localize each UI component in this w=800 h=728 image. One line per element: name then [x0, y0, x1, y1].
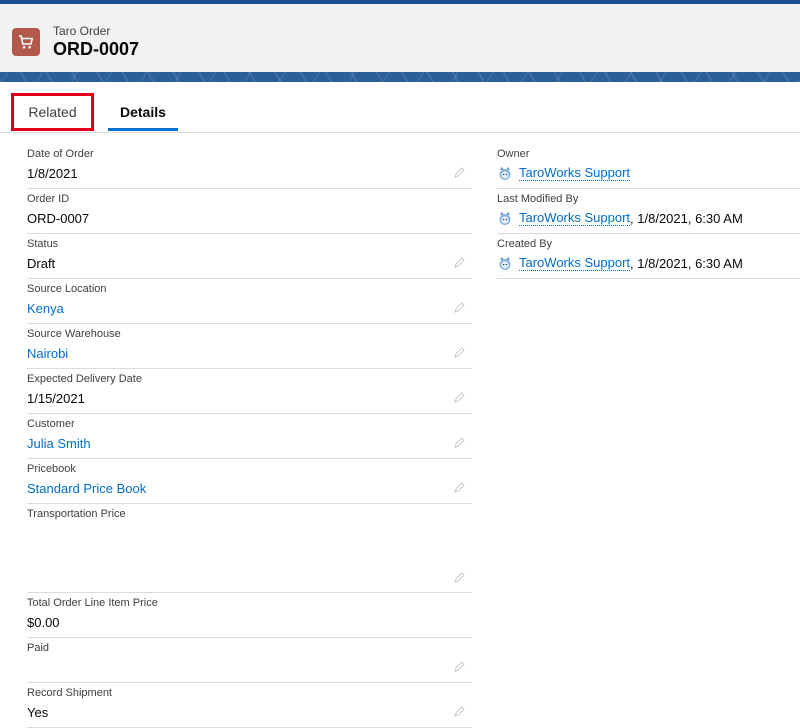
field-source-location: Source Location Kenya — [27, 279, 472, 324]
user-value: TaroWorks Support, 1/8/2021, 6:30 AM — [497, 210, 743, 226]
record-title: ORD-0007 — [53, 39, 140, 59]
field-last-modified-by: Last Modified By TaroWorks Support, 1/8/2… — [497, 189, 800, 234]
field-value-link[interactable]: Julia Smith — [27, 436, 91, 451]
field-value-link[interactable]: Standard Price Book — [27, 481, 146, 496]
edit-pencil-icon[interactable] — [452, 166, 466, 180]
field-pricebook: Pricebook Standard Price Book — [27, 459, 472, 504]
edit-pencil-icon[interactable] — [452, 571, 466, 585]
user-link[interactable]: TaroWorks Support — [519, 255, 631, 271]
tab-bar: Related Details — [0, 82, 800, 133]
field-owner: Owner TaroWorks Support — [497, 144, 800, 189]
field-source-warehouse: Source Warehouse Nairobi — [27, 324, 472, 369]
tab-details[interactable]: Details — [108, 93, 178, 131]
user-avatar-icon — [497, 255, 513, 271]
field-value-link[interactable]: Kenya — [27, 301, 64, 316]
field-record-shipment: Record Shipment Yes — [27, 683, 472, 728]
field-paid: Paid — [27, 638, 472, 683]
field-value: 1/15/2021 — [27, 391, 85, 406]
edit-pencil-icon[interactable] — [452, 346, 466, 360]
field-label: Transportation Price — [27, 508, 126, 520]
user-link[interactable]: TaroWorks Support — [519, 165, 631, 181]
header-banner — [0, 72, 800, 82]
field-date-of-order: Date of Order 1/8/2021 — [27, 144, 472, 189]
edit-pencil-icon[interactable] — [452, 301, 466, 315]
field-value: ORD-0007 — [27, 211, 90, 226]
field-label: Order ID — [27, 193, 70, 205]
edit-pencil-icon[interactable] — [452, 660, 466, 674]
edit-pencil-icon[interactable] — [452, 391, 466, 405]
user-value: TaroWorks Support — [497, 165, 631, 181]
field-label: Record Shipment — [27, 687, 112, 699]
user-value: TaroWorks Support, 1/8/2021, 6:30 AM — [497, 255, 743, 271]
field-label: Source Warehouse — [27, 328, 121, 340]
cart-icon — [12, 28, 40, 56]
field-label: Paid — [27, 642, 50, 654]
field-total-order-line-item-price: Total Order Line Item Price $0.00 — [27, 593, 472, 638]
field-value-link[interactable]: Nairobi — [27, 346, 68, 361]
field-label: Source Location — [27, 283, 107, 295]
modified-timestamp: , 1/8/2021, 6:30 AM — [630, 255, 743, 271]
field-label: Status — [27, 238, 59, 250]
modified-timestamp: , 1/8/2021, 6:30 AM — [630, 210, 743, 226]
field-expected-delivery-date: Expected Delivery Date 1/15/2021 — [27, 369, 472, 414]
field-value: $0.00 — [27, 615, 60, 630]
edit-pencil-icon[interactable] — [452, 705, 466, 719]
field-status: Status Draft — [27, 234, 472, 279]
edit-pencil-icon[interactable] — [452, 481, 466, 495]
field-order-id: Order ID ORD-0007 — [27, 189, 472, 234]
object-type-label: Taro Order — [53, 24, 111, 38]
field-value: Draft — [27, 256, 56, 271]
field-transportation-price: Transportation Price — [27, 504, 472, 593]
user-avatar-icon — [497, 210, 513, 226]
field-label: Expected Delivery Date — [27, 373, 142, 385]
field-label: Total Order Line Item Price — [27, 597, 158, 609]
user-avatar-icon — [497, 165, 513, 181]
user-link[interactable]: TaroWorks Support — [519, 210, 631, 226]
field-value: 1/8/2021 — [27, 166, 78, 181]
field-created-by: Created By TaroWorks Support, 1/8/2021, 6… — [497, 234, 800, 279]
field-label: Customer — [27, 418, 75, 430]
field-label: Pricebook — [27, 463, 76, 475]
field-label: Date of Order — [27, 148, 94, 160]
field-label: Created By — [497, 238, 553, 250]
edit-pencil-icon[interactable] — [452, 436, 466, 450]
tab-related[interactable]: Related — [11, 93, 94, 131]
field-customer: Customer Julia Smith — [27, 414, 472, 459]
field-label: Owner — [497, 148, 530, 160]
record-header: Taro Order ORD-0007 — [0, 4, 800, 73]
edit-pencil-icon[interactable] — [452, 256, 466, 270]
field-label: Last Modified By — [497, 193, 579, 205]
field-value: Yes — [27, 705, 49, 720]
